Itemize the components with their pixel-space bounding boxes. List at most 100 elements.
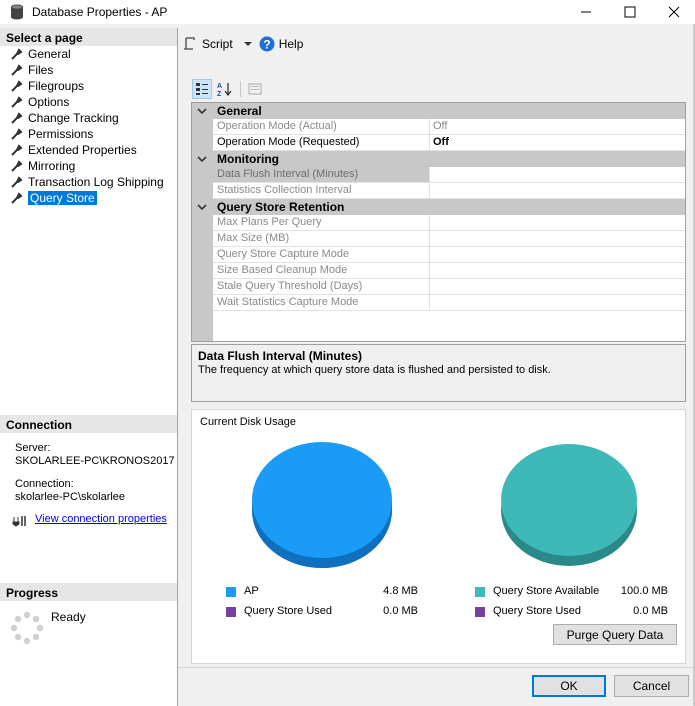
legend-label: AP [244,585,259,597]
top-toolbar: Script ? Help [182,34,313,54]
property-pages-icon [248,83,262,95]
svg-text:?: ? [263,38,270,52]
wrench-icon [11,47,23,60]
row-gutter [192,263,213,279]
progress-spinner-icon [10,611,44,645]
query-store-pie-chart [501,444,637,566]
help-label: Help [278,37,304,51]
category-general[interactable]: General [192,103,685,119]
page-item-label: Permissions [28,127,94,141]
property-value [430,231,685,247]
ok-button[interactable]: OK [532,675,606,697]
property-row[interactable]: Max Plans Per Query [192,215,685,231]
script-dropdown[interactable] [243,40,253,48]
row-gutter [192,135,213,151]
property-row[interactable]: Stale Query Threshold (Days) [192,279,685,295]
alphabetical-button[interactable]: A Z [214,79,234,99]
wrench-icon [11,127,23,140]
page-item-general[interactable]: General [10,46,71,62]
purge-query-data-button[interactable]: Purge Query Data [553,624,677,645]
script-label: Script [202,37,233,51]
page-item-query-store[interactable]: Query Store [10,190,97,206]
legend-item-query-store-used: Query Store Used 0.0 MB [475,605,668,619]
property-name: Max Plans Per Query [213,215,430,231]
page-item-extended-properties[interactable]: Extended Properties [10,142,137,158]
view-connection-properties-link[interactable]: View connection properties [35,513,167,525]
grid-gutter-fill [192,311,213,341]
property-row[interactable]: Operation Mode (Requested) Off [192,135,685,151]
window-title: Database Properties - AP [32,5,168,19]
wrench-icon [11,63,23,76]
row-gutter [192,119,213,135]
collapse-icon [197,156,207,163]
legend-label: Query Store Used [244,605,333,617]
property-name: Operation Mode (Requested) [213,135,430,151]
property-value[interactable]: Off [430,135,685,151]
disk-usage-panel: Current Disk Usage AP 4.8 MB Query Store… [191,409,686,664]
minimize-button[interactable] [563,0,609,24]
wrench-icon [11,175,23,188]
help-button[interactable]: ? Help [259,36,304,52]
row-gutter [192,295,213,311]
property-row[interactable]: Size Based Cleanup Mode [192,263,685,279]
row-gutter [192,167,213,183]
property-row[interactable]: Wait Statistics Capture Mode [192,295,685,311]
legend-swatch [226,587,236,597]
property-name: Data Flush Interval (Minutes) [213,167,430,183]
left-pane: Select a page General Files Filegroups O… [0,28,178,706]
select-page-header: Select a page [0,28,177,46]
footer-separator [178,667,693,668]
property-name: Operation Mode (Actual) [213,119,430,135]
category-label: Query Store Retention [217,200,345,214]
property-value [430,247,685,263]
legend-item-query-store-used: Query Store Used 0.0 MB [226,605,418,619]
server-label: Server: [15,442,51,454]
server-value: SKOLARLEE-PC\KRONOS2017 [15,455,175,467]
page-item-transaction-log-shipping[interactable]: Transaction Log Shipping [10,174,164,190]
category-label: General [217,104,262,118]
svg-text:A: A [217,83,222,90]
property-pages-button[interactable] [245,79,265,99]
category-monitoring[interactable]: Monitoring [192,151,685,167]
database-icon [11,4,23,20]
property-row[interactable]: Statistics Collection Interval [192,183,685,199]
script-button[interactable]: Script [182,36,233,52]
page-item-change-tracking[interactable]: Change Tracking [10,110,119,126]
page-item-label: General [28,47,71,61]
page-item-label: Change Tracking [28,111,119,125]
cancel-button[interactable]: Cancel [614,675,689,697]
legend-swatch [475,587,485,597]
page-item-label: Options [28,95,70,109]
row-gutter [192,183,213,199]
wrench-icon [11,79,23,92]
connection-label: Connection: [15,478,74,490]
page-item-label: Extended Properties [28,143,137,157]
property-value: Off [430,119,685,135]
legend-value: 100.0 MB [620,585,668,597]
minimize-icon [581,11,591,13]
svg-text:Z: Z [217,91,222,97]
title-bar: Database Properties - AP [0,0,695,24]
categorized-button[interactable] [192,79,212,99]
property-value [430,215,685,231]
page-item-options[interactable]: Options [10,94,69,110]
property-row[interactable]: Query Store Capture Mode [192,247,685,263]
legend-label: Query Store Available [493,585,600,597]
property-row[interactable]: Data Flush Interval (Minutes) [192,167,685,183]
maximize-icon [624,6,636,18]
close-button[interactable] [651,0,695,24]
property-row[interactable]: Operation Mode (Actual) Off [192,119,685,135]
property-name: Stale Query Threshold (Days) [213,279,430,295]
page-item-filegroups[interactable]: Filegroups [10,78,84,94]
page-item-mirroring[interactable]: Mirroring [10,158,75,174]
property-row[interactable]: Max Size (MB) [192,231,685,247]
wrench-icon [11,111,23,124]
page-item-permissions[interactable]: Permissions [10,126,93,142]
category-query-store-retention[interactable]: Query Store Retention [192,199,685,215]
maximize-button[interactable] [607,0,653,24]
collapse-icon [197,204,207,211]
property-description-panel: Data Flush Interval (Minutes) The freque… [191,344,686,402]
property-value [430,183,685,199]
category-label: Monitoring [217,152,279,166]
page-item-files[interactable]: Files [10,62,53,78]
